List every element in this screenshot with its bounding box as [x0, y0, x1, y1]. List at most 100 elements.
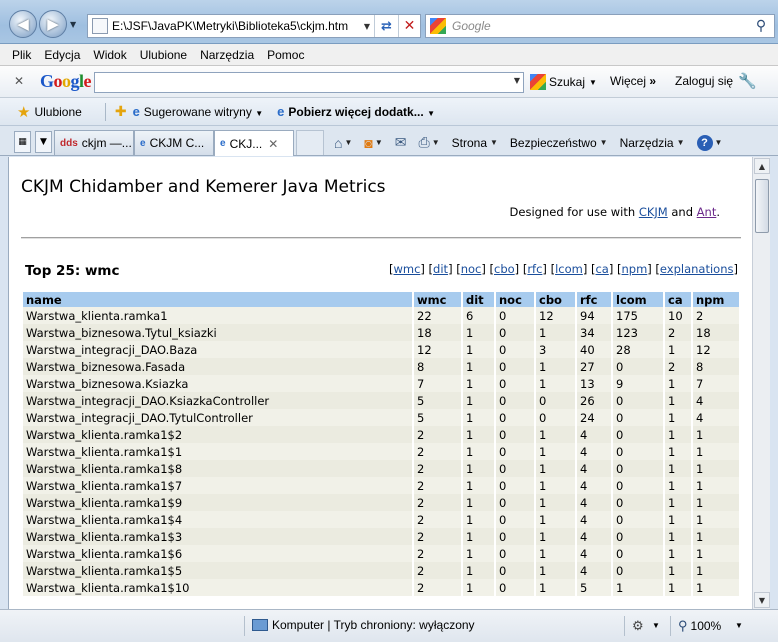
- table-cell-npm: 1: [693, 528, 741, 545]
- page-menu[interactable]: Strona: [452, 136, 487, 150]
- chevron-down-icon[interactable]: ▼: [715, 138, 723, 147]
- search-box[interactable]: Google ⚲: [425, 14, 775, 38]
- chevron-down-icon[interactable]: ▼: [677, 138, 685, 147]
- tab-ckjm-active[interactable]: e CKJ... ✕: [214, 130, 294, 156]
- table-cell-name: Warstwa_klienta.ramka1$4: [23, 511, 414, 528]
- forward-button[interactable]: ▶: [39, 10, 67, 38]
- chevron-down-icon[interactable]: ▼: [514, 76, 520, 85]
- mail-icon[interactable]: ✉: [395, 134, 407, 151]
- metric-link-npm[interactable]: npm: [621, 262, 647, 276]
- address-input[interactable]: E:\JSF\JavaPK\Metryki\Biblioteka5\ckjm.h…: [112, 19, 360, 33]
- table-cell-lcom: 0: [613, 511, 665, 528]
- table-row: Warstwa_klienta.ramka1$3 2 1 0 1 4 0 1 1: [23, 528, 741, 545]
- table-cell-npm: 1: [693, 426, 741, 443]
- tab-list-chevron-icon[interactable]: ▼: [35, 131, 52, 153]
- print-icon[interactable]: ⎙: [419, 134, 430, 151]
- get-addons-link[interactable]: Pobierz więcej dodatk... ▼: [288, 105, 435, 119]
- wrench-icon[interactable]: 🔧: [738, 72, 757, 90]
- table-cell-npm: 1: [693, 494, 741, 511]
- add-favorite-icon[interactable]: ✚: [115, 103, 127, 120]
- table-cell-noc: 0: [496, 562, 536, 579]
- table-cell-noc: 0: [496, 307, 536, 324]
- metric-link-lcom[interactable]: lcom: [555, 262, 583, 276]
- table-cell-wmc: 2: [414, 426, 463, 443]
- back-button[interactable]: ◀: [9, 10, 37, 38]
- scroll-down-icon[interactable]: ▼: [754, 592, 770, 608]
- menu-help[interactable]: Pomoc: [267, 48, 304, 62]
- menu-edit[interactable]: Edycja: [44, 48, 80, 62]
- metric-link-explanations[interactable]: explanations: [660, 262, 734, 276]
- ant-link[interactable]: Ant: [697, 205, 717, 219]
- tab-ckjm-2[interactable]: e CKJM C...: [134, 130, 214, 155]
- sign-in-button[interactable]: Zaloguj się: [675, 74, 733, 88]
- metric-link-ca[interactable]: ca: [595, 262, 608, 276]
- metric-link-noc[interactable]: noc: [461, 262, 482, 276]
- stop-icon[interactable]: ✕: [398, 15, 420, 37]
- table-cell-name: Warstwa_klienta.ramka1$7: [23, 477, 414, 494]
- close-toolbar-icon[interactable]: ✕: [14, 74, 24, 88]
- zoom-control[interactable]: ⚲ 100%: [678, 618, 721, 634]
- google-search-input[interactable]: ▼: [94, 72, 524, 93]
- table-cell-dit: 1: [463, 562, 496, 579]
- suggested-sites-link[interactable]: Sugerowane witryny ▼: [144, 105, 263, 119]
- status-bar: Komputer | Tryb chroniony: wyłączony ⚙ ▼…: [0, 609, 778, 642]
- menu-tools[interactable]: Narzędzia: [200, 48, 254, 62]
- menu-view[interactable]: Widok: [93, 48, 126, 62]
- menu-bar: Plik Edycja Widok Ulubione Narzędzia Pom…: [0, 44, 778, 66]
- vertical-scrollbar[interactable]: ▲ ▼: [752, 157, 770, 609]
- table-cell-name: Warstwa_klienta.ramka1: [23, 307, 414, 324]
- metric-link-cbo[interactable]: cbo: [494, 262, 515, 276]
- new-tab-button[interactable]: [296, 130, 324, 155]
- table-cell-name: Warstwa_klienta.ramka1$5: [23, 562, 414, 579]
- tab-ckjm-1[interactable]: dds ckjm —...: [54, 130, 134, 155]
- rss-feed-icon[interactable]: ◙: [364, 135, 372, 151]
- refresh-icon[interactable]: ⇄: [374, 15, 398, 37]
- back-arrow-icon: ◀: [17, 15, 29, 33]
- chevron-down-icon[interactable]: ▼: [432, 138, 440, 147]
- chevron-down-icon[interactable]: ▼: [652, 621, 660, 630]
- chevron-down-icon[interactable]: ▼: [375, 138, 383, 147]
- address-bar[interactable]: E:\JSF\JavaPK\Metryki\Biblioteka5\ckjm.h…: [87, 14, 421, 38]
- scroll-up-icon[interactable]: ▲: [754, 158, 770, 174]
- metric-link-dit[interactable]: dit: [433, 262, 448, 276]
- home-icon[interactable]: ⌂: [334, 135, 342, 151]
- scrollbar-thumb[interactable]: [755, 179, 769, 233]
- security-menu[interactable]: Bezpieczeństwo: [510, 136, 597, 150]
- table-cell-wmc: 2: [414, 460, 463, 477]
- chevron-down-icon[interactable]: ▼: [589, 78, 597, 87]
- chevron-down-icon[interactable]: ▼: [490, 138, 498, 147]
- table-cell-name: Warstwa_integracji_DAO.KsiazkaController: [23, 392, 414, 409]
- table-cell-cbo: 1: [536, 375, 577, 392]
- menu-file[interactable]: Plik: [12, 48, 31, 62]
- table-cell-ca: 1: [665, 341, 693, 358]
- column-header: noc: [496, 292, 536, 307]
- metric-link-rfc[interactable]: rfc: [527, 262, 542, 276]
- chevron-down-icon: ▼: [255, 108, 264, 118]
- menu-favorites[interactable]: Ulubione: [140, 48, 187, 62]
- metric-link-wmc[interactable]: wmc: [393, 262, 420, 276]
- table-cell-rfc: 5: [577, 579, 613, 596]
- table-cell-npm: 12: [693, 341, 741, 358]
- protected-mode-icon[interactable]: ⚙: [632, 618, 644, 634]
- search-icon[interactable]: ⚲: [748, 18, 774, 34]
- quick-tabs-icon[interactable]: ▦: [14, 131, 31, 153]
- table-cell-name: Warstwa_klienta.ramka1$6: [23, 545, 414, 562]
- chevron-down-icon[interactable]: ▼: [735, 621, 743, 630]
- help-icon[interactable]: ?: [696, 134, 713, 151]
- chevron-down-icon[interactable]: ▼: [600, 138, 608, 147]
- table-cell-name: Warstwa_biznesowa.Ksiazka: [23, 375, 414, 392]
- more-button[interactable]: Więcej »: [610, 74, 656, 88]
- search-input[interactable]: Google: [452, 19, 748, 33]
- security-zone[interactable]: Komputer | Tryb chroniony: wyłączony: [252, 618, 475, 632]
- close-tab-icon[interactable]: ✕: [268, 137, 278, 151]
- recent-pages-chevron-icon[interactable]: ▼: [70, 20, 76, 29]
- table-row: Warstwa_integracji_DAO.KsiazkaController…: [23, 392, 741, 409]
- address-dropdown-icon[interactable]: ▼: [360, 22, 374, 31]
- chevron-down-icon[interactable]: ▼: [344, 138, 352, 147]
- google-search-button[interactable]: Szukaj ▼: [530, 74, 597, 90]
- table-cell-name: Warstwa_klienta.ramka1$10: [23, 579, 414, 596]
- tools-menu[interactable]: Narzędzia: [620, 136, 674, 150]
- ckjm-link[interactable]: CKJM: [639, 205, 668, 219]
- page-viewport: CKJM Chidamber and Kemerer Java Metrics …: [8, 157, 752, 609]
- favorites-button[interactable]: Ulubione: [34, 105, 81, 119]
